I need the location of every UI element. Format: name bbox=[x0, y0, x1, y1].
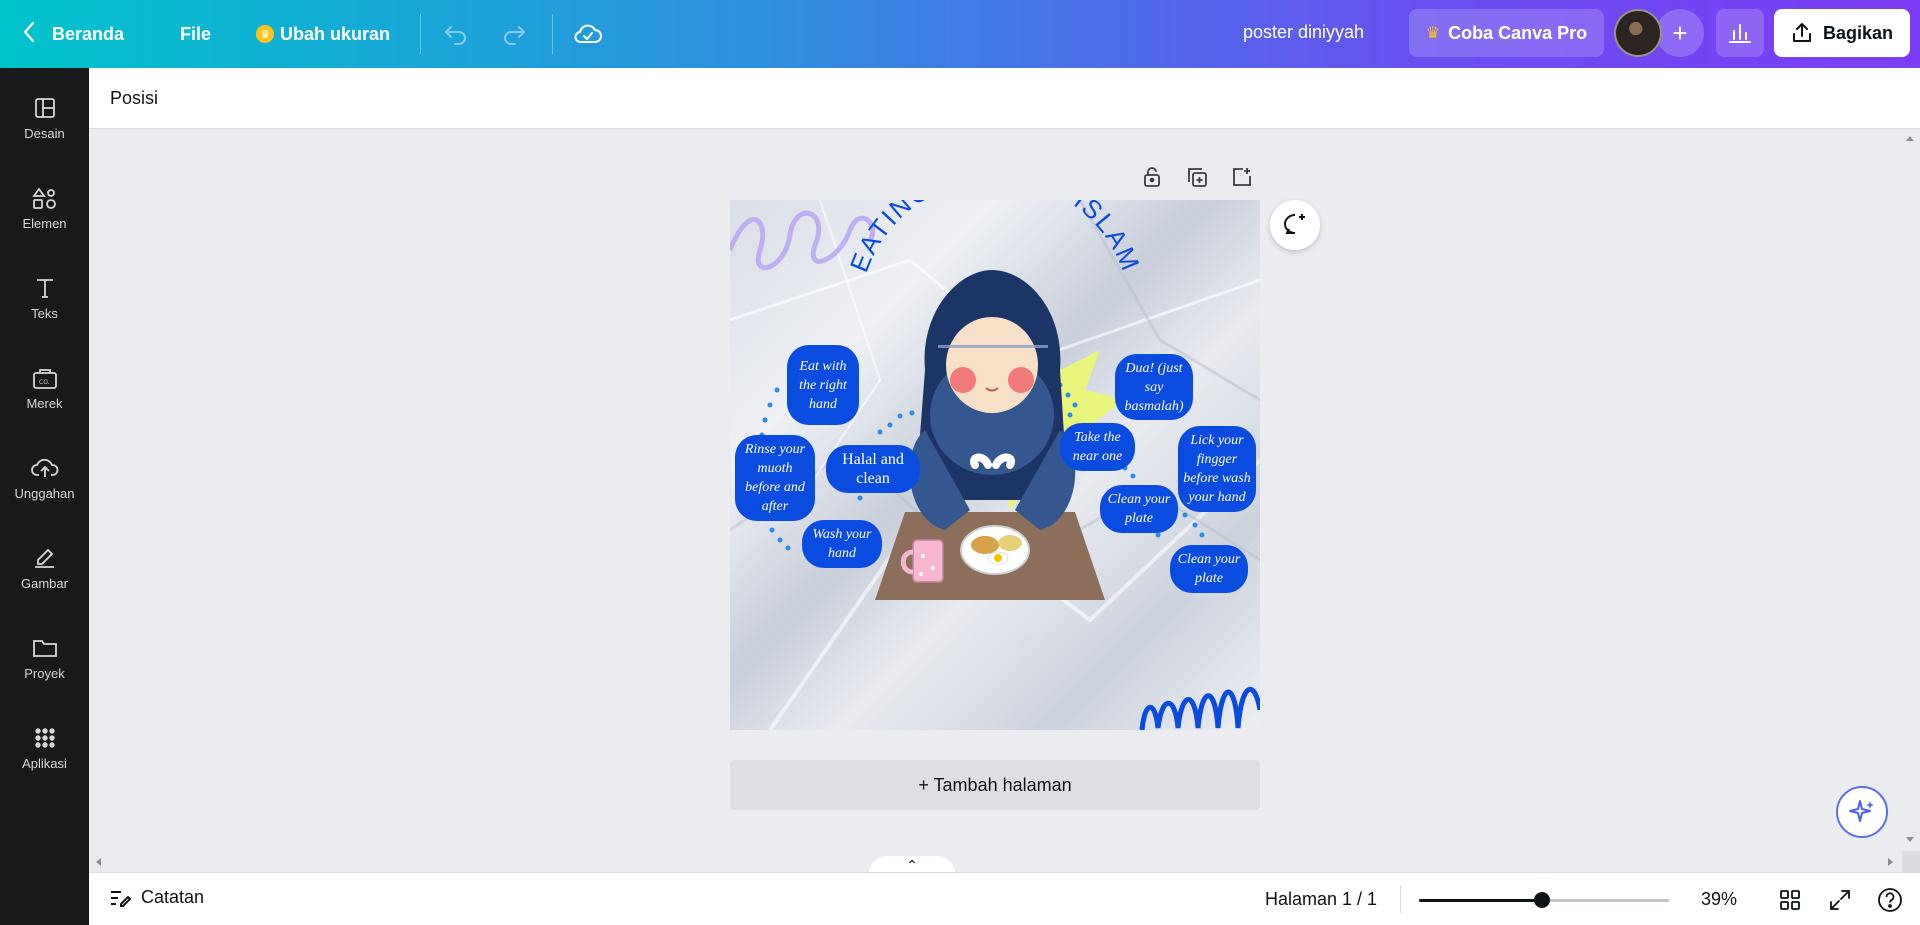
resize-button[interactable]: ♛ Ubah ukuran bbox=[256, 18, 390, 50]
bubble-clean-plate[interactable]: Clean your plate bbox=[1170, 545, 1248, 593]
text-icon bbox=[36, 278, 53, 298]
zoom-slider-fill bbox=[1419, 899, 1542, 902]
sidebar-item-label: Gambar bbox=[21, 575, 68, 591]
top-bar: Beranda File ♛ Ubah ukuran poster diniyy… bbox=[0, 0, 1920, 68]
horizontal-scrollbar[interactable] bbox=[89, 852, 1900, 872]
sidebar-item-label: Aplikasi bbox=[22, 755, 67, 771]
grid-view-icon[interactable] bbox=[1775, 885, 1805, 915]
svg-text:CO.: CO. bbox=[39, 379, 50, 386]
bubble-eat-right-hand[interactable]: Eat with the right hand bbox=[787, 345, 859, 425]
toolbar-divider bbox=[552, 14, 553, 54]
brand-icon: CO. bbox=[32, 368, 57, 389]
chevron-left-icon bbox=[22, 21, 36, 48]
sidebar-item-apps[interactable]: Aplikasi bbox=[0, 708, 89, 788]
footer-divider bbox=[1400, 885, 1401, 913]
sparkle-icon bbox=[1849, 800, 1874, 822]
undo-icon[interactable] bbox=[440, 18, 472, 50]
notes-label: Catatan bbox=[141, 887, 205, 907]
context-toolbar: Posisi bbox=[89, 68, 1920, 129]
share-upload-icon bbox=[1792, 23, 1811, 42]
plus-icon: + bbox=[1672, 17, 1688, 48]
comment-plus-icon bbox=[1284, 214, 1305, 234]
shapes-icon bbox=[31, 186, 56, 209]
position-button[interactable]: Posisi bbox=[110, 88, 158, 109]
sidebar-item-brand[interactable]: CO. Merek bbox=[0, 348, 89, 428]
svg-text:EATING ETHIC IN ISLAM: EATING ETHIC IN ISLAM bbox=[844, 200, 1147, 276]
zoom-level[interactable]: 39% bbox=[1701, 889, 1737, 910]
cloud-saved-icon[interactable] bbox=[572, 18, 604, 50]
home-label: Beranda bbox=[52, 23, 125, 44]
notes-button[interactable]: Catatan bbox=[109, 887, 204, 908]
sidebar-item-label: Desain bbox=[24, 125, 65, 141]
bubble-dua-basmalah[interactable]: Dua! (just say basmalah) bbox=[1115, 354, 1193, 420]
draw-icon bbox=[34, 548, 54, 568]
try-pro-label: Coba Canva Pro bbox=[1448, 22, 1588, 43]
sidebar-item-label: Merek bbox=[26, 395, 63, 411]
sidebar-item-draw[interactable]: Gambar bbox=[0, 528, 89, 608]
bubble-lick-finger[interactable]: Lick your fingger before wash your hand bbox=[1178, 426, 1256, 512]
chevron-up-icon: ⌃ bbox=[906, 856, 918, 873]
bubble-wash-hand[interactable]: Wash your hand bbox=[802, 520, 882, 568]
file-label: File bbox=[180, 23, 212, 44]
sidebar-item-projects[interactable]: Proyek bbox=[0, 618, 89, 698]
toolbar-divider bbox=[420, 14, 421, 54]
sidebar: Desain Elemen Teks CO. Merek Unggahan Ga… bbox=[0, 68, 89, 925]
notes-icon bbox=[111, 890, 131, 907]
fullscreen-icon[interactable] bbox=[1825, 885, 1855, 915]
sidebar-item-label: Proyek bbox=[24, 665, 65, 681]
vertical-scrollbar[interactable] bbox=[1900, 129, 1920, 872]
file-menu-button[interactable]: File bbox=[180, 18, 211, 50]
share-button[interactable]: Bagikan bbox=[1774, 9, 1910, 57]
layout-icon bbox=[34, 97, 55, 118]
crown-icon: ♛ bbox=[256, 25, 274, 43]
add-collaborator-button[interactable]: + bbox=[1656, 9, 1704, 57]
bubble-rinse-mouth[interactable]: Rinse your muoth before and after bbox=[735, 435, 815, 521]
sidebar-item-uploads[interactable]: Unggahan bbox=[0, 438, 89, 518]
design-page[interactable]: EATING ETHIC IN ISLAM Eat with the right… bbox=[730, 200, 1260, 730]
bottom-bar: Catatan Halaman 1 / 1 39% bbox=[89, 872, 1920, 925]
sidebar-item-label: Teks bbox=[31, 305, 58, 321]
add-page-icon[interactable] bbox=[1228, 163, 1256, 191]
zoom-slider-thumb[interactable] bbox=[1534, 892, 1550, 908]
share-label: Bagikan bbox=[1822, 22, 1894, 43]
resize-label: Ubah ukuran bbox=[280, 23, 391, 44]
upload-cloud-icon bbox=[30, 458, 58, 477]
help-icon[interactable] bbox=[1875, 885, 1905, 915]
bubble-clean-plate[interactable]: Clean your plate bbox=[1100, 485, 1178, 533]
zoom-slider[interactable] bbox=[1419, 892, 1669, 908]
folder-icon bbox=[32, 639, 57, 657]
insights-button[interactable] bbox=[1716, 9, 1764, 57]
apps-grid-icon bbox=[34, 727, 55, 748]
magic-assistant-button[interactable] bbox=[1836, 786, 1888, 838]
add-page-button[interactable]: + Tambah halaman bbox=[730, 760, 1260, 810]
bar-chart-icon bbox=[1729, 24, 1751, 43]
bubble-take-near[interactable]: Take the near one bbox=[1060, 423, 1135, 471]
add-comment-button[interactable] bbox=[1270, 200, 1320, 250]
redo-icon[interactable] bbox=[498, 18, 530, 50]
page-indicator[interactable]: Halaman 1 / 1 bbox=[1265, 889, 1377, 910]
document-title[interactable]: poster diniyyah bbox=[1243, 22, 1364, 43]
avatar[interactable] bbox=[1614, 9, 1662, 57]
lock-icon[interactable] bbox=[1138, 163, 1166, 191]
duplicate-page-icon[interactable] bbox=[1183, 163, 1211, 191]
try-pro-button[interactable]: ♛ Coba Canva Pro bbox=[1409, 9, 1604, 57]
design-title: EATING ETHIC IN ISLAM bbox=[844, 200, 1145, 276]
sidebar-item-design[interactable]: Desain bbox=[0, 78, 89, 158]
sidebar-item-label: Unggahan bbox=[14, 485, 75, 501]
sidebar-item-label: Elemen bbox=[22, 215, 67, 231]
bubble-halal-clean[interactable]: Halal and clean bbox=[826, 445, 920, 493]
sidebar-item-elements[interactable]: Elemen bbox=[0, 168, 89, 248]
home-button[interactable]: Beranda bbox=[22, 18, 124, 50]
sidebar-item-text[interactable]: Teks bbox=[0, 258, 89, 338]
crown-icon: ♛ bbox=[1425, 25, 1441, 42]
